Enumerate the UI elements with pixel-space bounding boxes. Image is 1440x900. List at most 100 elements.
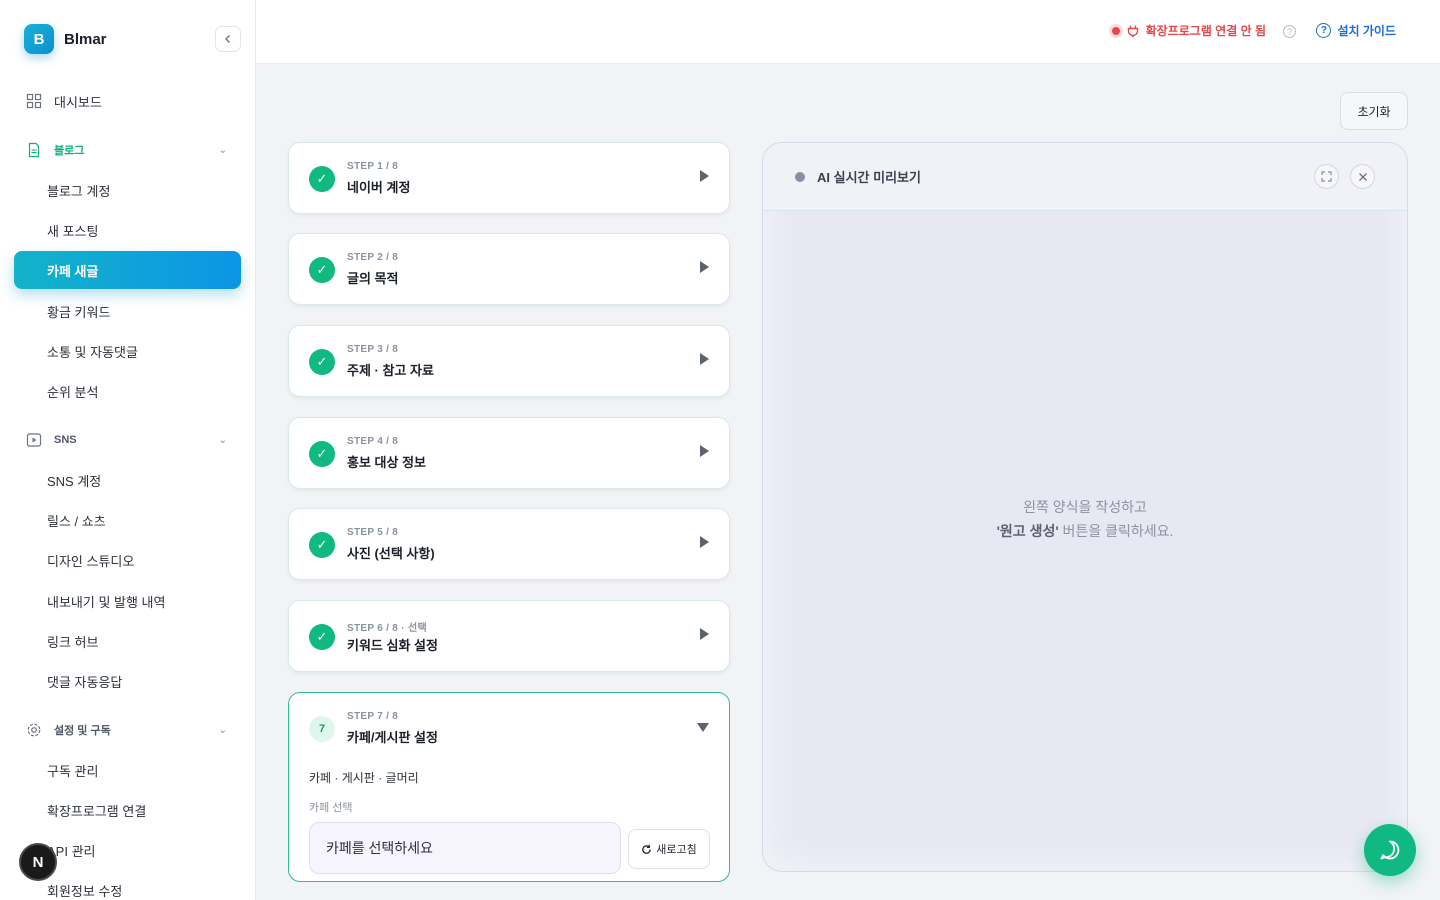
- step-title: 주제 · 참고 자료: [347, 363, 434, 378]
- sidebar-item-export-history[interactable]: 내보내기 및 발행 내역: [14, 582, 241, 620]
- preview-empty-message: 왼쪽 양식을 작성하고 '원고 생성' 버튼을 클릭하세요.: [763, 495, 1407, 543]
- step-meta: STEP 7 / 8: [347, 711, 399, 722]
- preview-message-line1: 왼쪽 양식을 작성하고: [1023, 499, 1147, 515]
- gear-icon: [27, 723, 41, 737]
- close-icon: [1358, 172, 1367, 181]
- check-icon: ✓: [309, 532, 335, 558]
- sidebar-section-sns[interactable]: SNS ⌄: [14, 427, 241, 453]
- floating-n-badge[interactable]: N: [19, 843, 57, 881]
- preview-message-rest: 버튼을 클릭하세요.: [1058, 523, 1174, 539]
- chevron-down-icon: ⌄: [218, 434, 227, 446]
- step-card-3[interactable]: ✓ STEP 3 / 8 주제 · 참고 자료: [288, 325, 730, 397]
- cafe-select-dropdown[interactable]: 카페를 선택하세요: [309, 822, 621, 874]
- refresh-label: 새로고침: [656, 844, 697, 856]
- ai-preview-panel: AI 실시간 미리보기 왼쪽 양식을 작성하고 '원고 생성' 버튼을 클릭하세…: [762, 142, 1408, 872]
- play-icon: [26, 433, 42, 447]
- step-title: 네이버 계정: [347, 180, 411, 195]
- sidebar-item-design-studio[interactable]: 디자인 스튜디오: [14, 541, 241, 579]
- refresh-icon: [642, 844, 652, 854]
- step-number-badge: 7: [309, 716, 335, 742]
- sidebar-section-settings[interactable]: 설정 및 구독 ⌄: [14, 717, 241, 743]
- sidebar-section-label: 설정 및 구독: [54, 725, 111, 737]
- sidebar-item-sns-account[interactable]: SNS 계정: [14, 461, 241, 499]
- preview-title: AI 실시간 미리보기: [817, 170, 921, 185]
- step-card-2[interactable]: ✓ STEP 2 / 8 글의 목적: [288, 233, 730, 305]
- step-meta: STEP 5 / 8: [347, 527, 399, 538]
- check-icon: ✓: [309, 166, 335, 192]
- step-title: 글의 목적: [347, 271, 399, 286]
- sidebar-item-extension[interactable]: 확장프로그램 연결: [14, 791, 241, 829]
- install-guide-label: 설치 가이드: [1337, 24, 1396, 38]
- top-header: 확장프로그램 연결 안 됨 ? ? 설치 가이드: [256, 0, 1440, 64]
- sidebar-item-auto-comment[interactable]: 소통 및 자동댓글: [14, 332, 241, 370]
- step-card-5[interactable]: ✓ STEP 5 / 8 사진 (선택 사항): [288, 508, 730, 580]
- check-icon: ✓: [309, 257, 335, 283]
- generate-keyword: '원고 생성': [996, 523, 1059, 539]
- brand-name: Blmar: [64, 30, 107, 48]
- step-card-6[interactable]: ✓ STEP 6 / 8 · 선택 키워드 심화 설정: [288, 600, 730, 672]
- refresh-button[interactable]: 새로고침: [628, 829, 710, 869]
- chevron-left-icon: [225, 35, 230, 43]
- cafe-select-label: 카페 선택: [309, 802, 353, 814]
- step-title: 카페/게시판 설정: [347, 730, 438, 745]
- grid-icon: [26, 93, 42, 109]
- expand-button[interactable]: [1314, 164, 1339, 189]
- sidebar-item-dashboard[interactable]: 대시보드: [14, 82, 241, 120]
- sidebar-section-label: SNS: [54, 434, 77, 446]
- document-icon: [28, 142, 40, 158]
- step-card-4[interactable]: ✓ STEP 4 / 8 홍보 대상 정보: [288, 417, 730, 489]
- caret-right-icon: [700, 170, 709, 182]
- preview-message-line2: '원고 생성' 버튼을 클릭하세요.: [763, 519, 1407, 543]
- sidebar-item-blog-account[interactable]: 블로그 계정: [14, 171, 241, 209]
- step-title: 홍보 대상 정보: [347, 455, 426, 470]
- brand-logo: B: [24, 24, 54, 54]
- expand-icon: [1321, 171, 1332, 182]
- collapse-sidebar-button[interactable]: [215, 26, 241, 52]
- chevron-down-icon: ⌄: [218, 144, 227, 156]
- caret-right-icon: [700, 445, 709, 457]
- caret-right-icon: [700, 628, 709, 640]
- step-meta: STEP 3 / 8: [347, 344, 399, 355]
- install-guide-link[interactable]: ? 설치 가이드: [1316, 22, 1396, 39]
- chat-bubble-icon: [1380, 840, 1400, 860]
- sidebar-item-link-hub[interactable]: 링크 허브: [14, 622, 241, 660]
- extension-status[interactable]: 확장프로그램 연결 안 됨: [1111, 22, 1266, 39]
- chevron-down-icon: ⌄: [218, 724, 227, 736]
- sidebar: B Blmar 대시보드 블로그 ⌄ 블로그 계정 새 포스팅 카페 새글 황금…: [0, 0, 256, 900]
- step-subtitle: 카페 · 게시판 · 글머리: [309, 771, 419, 785]
- sidebar-item-subscription[interactable]: 구독 관리: [14, 751, 241, 789]
- status-dot-icon: [1111, 26, 1120, 35]
- sidebar-item-new-post[interactable]: 새 포스팅: [14, 211, 241, 249]
- question-circle-icon: ?: [1316, 23, 1332, 38]
- preview-header: AI 실시간 미리보기: [763, 143, 1407, 211]
- caret-right-icon: [700, 261, 709, 273]
- chat-button[interactable]: [1364, 824, 1416, 876]
- extension-status-label: 확장프로그램 연결 안 됨: [1145, 24, 1266, 38]
- step-meta: STEP 2 / 8: [347, 252, 399, 263]
- sidebar-section-label: 블로그: [54, 145, 85, 157]
- sidebar-item-reels[interactable]: 릴스 / 쇼츠: [14, 501, 241, 539]
- brand[interactable]: B Blmar: [24, 24, 107, 54]
- check-icon: ✓: [309, 441, 335, 467]
- step-meta: STEP 4 / 8: [347, 436, 399, 447]
- sidebar-item-label: 대시보드: [54, 94, 102, 110]
- step-card-7-expanded: 7 STEP 7 / 8 카페/게시판 설정 카페 · 게시판 · 글머리 카페…: [288, 692, 730, 882]
- sidebar-item-rank-analysis[interactable]: 순위 분석: [14, 372, 241, 410]
- sidebar-item-cafe-post[interactable]: 카페 새글: [14, 251, 241, 289]
- step-title: 사진 (선택 사항): [347, 546, 435, 561]
- caret-down-icon[interactable]: [697, 723, 709, 732]
- caret-right-icon: [700, 536, 709, 548]
- status-dot-icon: [795, 172, 805, 182]
- step-card-1[interactable]: ✓ STEP 1 / 8 네이버 계정: [288, 142, 730, 214]
- close-button[interactable]: [1350, 164, 1375, 189]
- sidebar-item-golden-keyword[interactable]: 황금 키워드: [14, 292, 241, 330]
- sidebar-item-comment-autoreply[interactable]: 댓글 자동응답: [14, 662, 241, 700]
- check-icon: ✓: [309, 624, 335, 650]
- plug-icon: [1127, 25, 1138, 37]
- step-meta: STEP 1 / 8: [347, 161, 399, 172]
- sidebar-section-blog[interactable]: 블로그 ⌄: [14, 137, 241, 163]
- step-title: 키워드 심화 설정: [347, 638, 438, 653]
- reset-button[interactable]: 초기화: [1340, 92, 1408, 130]
- help-circle-icon[interactable]: ?: [1283, 25, 1296, 38]
- caret-right-icon: [700, 353, 709, 365]
